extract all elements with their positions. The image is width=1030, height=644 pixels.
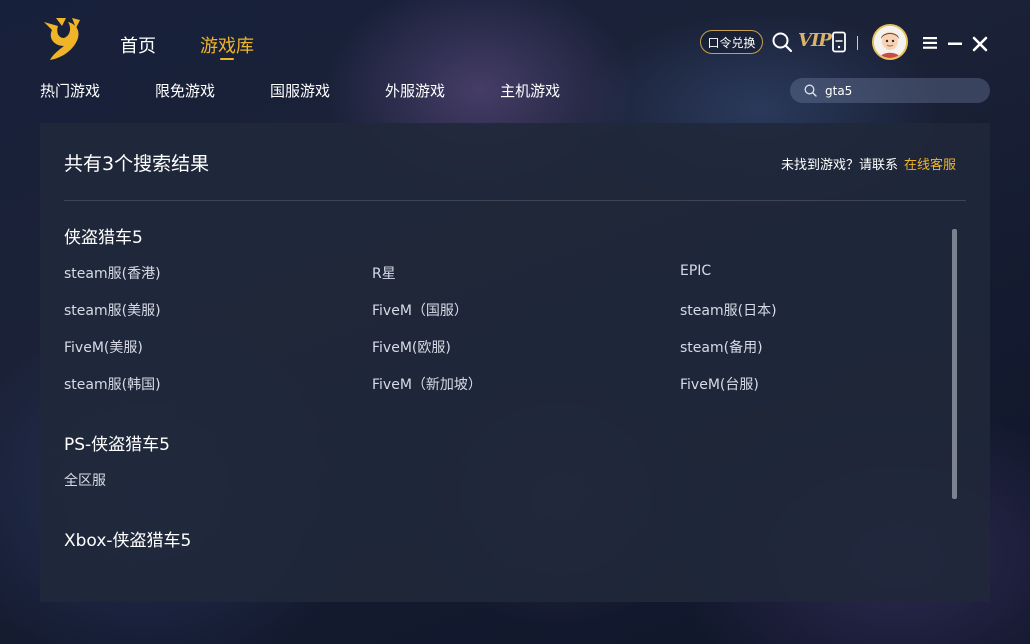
scrollbar[interactable] xyxy=(952,229,957,499)
result-group: 侠盗猎车5 steam服(香港) R星 EPIC steam服(美服) Five… xyxy=(64,223,944,394)
contact-support: 未找到游戏？请联系 在线客服 xyxy=(781,154,956,173)
tab-console-games[interactable]: 主机游戏 xyxy=(500,80,560,101)
divider xyxy=(64,200,966,201)
tab-overseas-games[interactable]: 外服游戏 xyxy=(385,80,445,101)
server-grid: steam服(香港) R星 EPIC steam服(美服) FiveM（国服） … xyxy=(64,263,944,394)
toolbar-divider xyxy=(857,36,858,50)
menu-icon[interactable] xyxy=(922,36,938,50)
redeem-code-button[interactable]: 口令兑换 xyxy=(700,30,763,54)
category-nav: 热门游戏 限免游戏 国服游戏 外服游戏 主机游戏 xyxy=(40,80,615,101)
minimize-icon[interactable] xyxy=(947,42,963,46)
tab-hot-games[interactable]: 热门游戏 xyxy=(40,80,100,101)
title-bar: 首页 游戏库 口令兑换 VIP xyxy=(0,0,1030,70)
search-field-icon xyxy=(804,84,817,97)
contact-prefix: 未找到游戏？请联系 xyxy=(780,158,898,173)
tab-cn-server-games[interactable]: 国服游戏 xyxy=(270,80,330,101)
server-option[interactable]: steam服(日本) xyxy=(680,300,944,320)
server-option[interactable]: steam服(香港) xyxy=(64,263,372,283)
nav-home[interactable]: 首页 xyxy=(120,32,156,58)
search-input[interactable] xyxy=(825,83,985,98)
server-option[interactable]: steam服(韩国) xyxy=(64,374,372,394)
nav-game-library[interactable]: 游戏库 xyxy=(200,32,254,60)
result-group: Xbox-侠盗猎车5 xyxy=(64,526,944,553)
search-box[interactable] xyxy=(790,78,990,103)
server-option[interactable]: FiveM（国服） xyxy=(372,300,680,320)
results-summary: 共有3个搜索结果 xyxy=(64,153,210,175)
mobile-icon[interactable] xyxy=(831,31,847,53)
server-option[interactable]: FiveM(欧服) xyxy=(372,337,680,357)
server-option[interactable]: 全区服 xyxy=(64,470,372,490)
search-results-panel: 共有3个搜索结果 未找到游戏？请联系 在线客服 侠盗猎车5 steam服(香港) … xyxy=(40,123,990,602)
vip-icon[interactable]: VIP xyxy=(798,30,832,51)
app-logo xyxy=(44,18,80,60)
result-group: PS-侠盗猎车5 全区服 xyxy=(64,430,944,490)
main-nav: 首页 游戏库 xyxy=(120,32,254,60)
server-grid: 全区服 xyxy=(64,470,944,490)
server-option[interactable]: FiveM(美服) xyxy=(64,337,372,357)
results-list[interactable]: 侠盗猎车5 steam服(香港) R星 EPIC steam服(美服) Five… xyxy=(64,223,944,553)
server-option[interactable]: steam(备用) xyxy=(680,337,944,357)
online-support-link[interactable]: 在线客服 xyxy=(904,158,956,173)
search-icon[interactable] xyxy=(771,31,793,53)
server-option[interactable]: EPIC xyxy=(680,263,944,283)
group-title: PS-侠盗猎车5 xyxy=(64,435,170,455)
tab-free-games[interactable]: 限免游戏 xyxy=(155,80,215,101)
user-avatar[interactable] xyxy=(872,24,908,60)
server-option[interactable]: steam服(美服) xyxy=(64,300,372,320)
server-option[interactable]: FiveM（新加坡） xyxy=(372,374,680,394)
server-option[interactable]: FiveM(台服) xyxy=(680,374,944,394)
server-option[interactable]: R星 xyxy=(372,263,680,283)
group-title: Xbox-侠盗猎车5 xyxy=(64,531,192,551)
close-icon[interactable] xyxy=(972,36,988,52)
group-title: 侠盗猎车5 xyxy=(64,228,143,248)
